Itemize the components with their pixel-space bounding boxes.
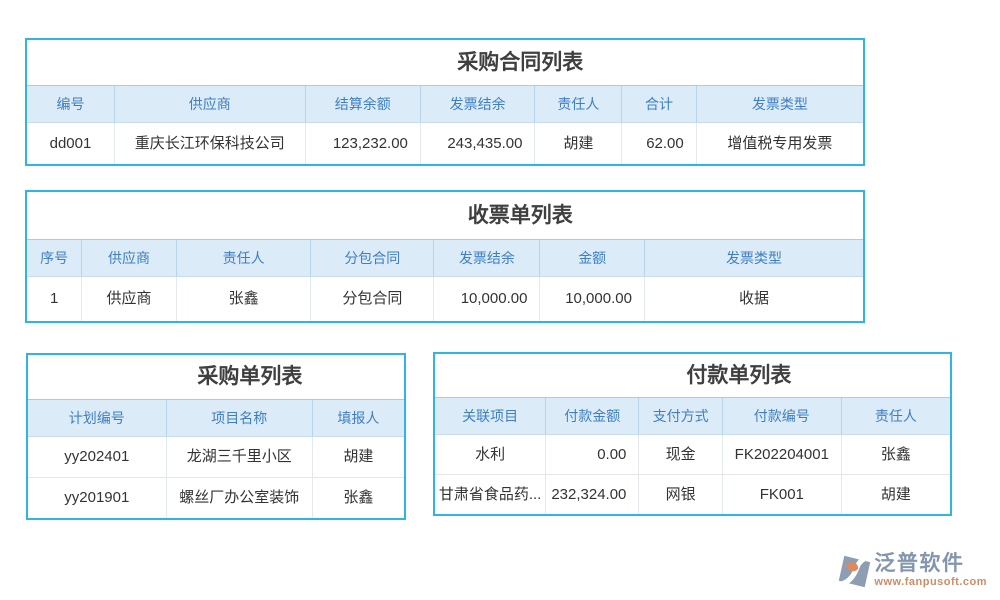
table-cell: FK202204001	[722, 435, 841, 474]
table-cell: 胡建	[841, 475, 950, 514]
table-row[interactable]: yy201901螺丝厂办公室装饰张鑫	[28, 477, 404, 518]
column-header: 编号	[27, 86, 114, 122]
receipt-list-table: 收票单列表序号供应商责任人分包合同发票结余金额发票类型1供应商张鑫分包合同10,…	[25, 190, 865, 323]
table-cell: yy202401	[28, 437, 166, 477]
table-cell: dd001	[27, 123, 114, 164]
column-header: 序号	[27, 240, 81, 276]
table-title: 收票单列表	[27, 192, 863, 240]
table-row[interactable]: 甘肃省食品药...232,324.00网银FK001胡建	[435, 474, 950, 514]
table-cell: 胡建	[312, 437, 404, 477]
column-header: 供应商	[81, 240, 175, 276]
table-row[interactable]: yy202401龙湖三千里小区胡建	[28, 437, 404, 477]
table-cell: 62.00	[621, 123, 695, 164]
column-header: 填报人	[312, 400, 404, 436]
logo-website-url: www.fanpusoft.com	[874, 576, 987, 588]
table-cell: 甘肃省食品药...	[435, 475, 545, 514]
column-header: 发票结余	[420, 86, 535, 122]
table-cell: 分包合同	[310, 277, 433, 321]
table-cell: 10,000.00	[433, 277, 539, 321]
table-cell: 收据	[644, 277, 863, 321]
column-header: 项目名称	[166, 400, 312, 436]
fanpu-logo: 泛普软件 www.fanpusoft.com	[836, 552, 987, 590]
table-cell: 重庆长江环保科技公司	[114, 123, 305, 164]
table-cell: 张鑫	[312, 478, 404, 518]
table-cell: 张鑫	[841, 435, 950, 474]
column-header: 发票类型	[696, 86, 863, 122]
table-header-row: 计划编号项目名称填报人	[28, 400, 404, 437]
column-header: 付款金额	[545, 398, 638, 434]
table-row[interactable]: dd001重庆长江环保科技公司123,232.00243,435.00胡建62.…	[27, 123, 863, 164]
column-header: 发票结余	[433, 240, 539, 276]
logo-text-block: 泛普软件 www.fanpusoft.com	[874, 552, 987, 588]
purchase-contract-list-table: 采购合同列表编号供应商结算余额发票结余责任人合计发票类型dd001重庆长江环保科…	[25, 38, 865, 166]
table-cell: FK001	[722, 475, 841, 514]
table-cell: 龙湖三千里小区	[166, 437, 312, 477]
table-cell: 水利	[435, 435, 545, 474]
table-cell: 0.00	[545, 435, 638, 474]
table-title: 采购单列表	[28, 355, 404, 400]
column-header: 责任人	[176, 240, 311, 276]
column-header: 分包合同	[310, 240, 433, 276]
column-header: 付款编号	[722, 398, 841, 434]
column-header: 发票类型	[644, 240, 863, 276]
column-header: 关联项目	[435, 398, 545, 434]
table-cell: 现金	[638, 435, 721, 474]
purchase-order-list-table: 采购单列表计划编号项目名称填报人yy202401龙湖三千里小区胡建yy20190…	[26, 353, 406, 520]
table-cell: 232,324.00	[545, 475, 638, 514]
table-title: 付款单列表	[435, 354, 950, 398]
column-header: 支付方式	[638, 398, 721, 434]
column-header: 责任人	[841, 398, 950, 434]
table-cell: 243,435.00	[420, 123, 535, 164]
table-row[interactable]: 1供应商张鑫分包合同10,000.0010,000.00收据	[27, 277, 863, 321]
fanpu-logo-icon	[836, 553, 873, 590]
table-row[interactable]: 水利0.00现金FK202204001张鑫	[435, 435, 950, 474]
table-cell: 增值税专用发票	[696, 123, 863, 164]
table-cell: 10,000.00	[539, 277, 644, 321]
table-cell: 张鑫	[176, 277, 311, 321]
column-header: 责任人	[534, 86, 621, 122]
logo-brand-name: 泛普软件	[874, 552, 987, 576]
table-cell: 1	[27, 277, 81, 321]
page: 采购合同列表编号供应商结算余额发票结余责任人合计发票类型dd001重庆长江环保科…	[0, 0, 1000, 600]
table-title: 采购合同列表	[27, 40, 863, 86]
column-header: 计划编号	[28, 400, 166, 436]
column-header: 供应商	[114, 86, 305, 122]
table-header-row: 序号供应商责任人分包合同发票结余金额发票类型	[27, 240, 863, 277]
column-header: 金额	[539, 240, 644, 276]
table-cell: 胡建	[534, 123, 621, 164]
table-cell: 供应商	[81, 277, 175, 321]
table-cell: 123,232.00	[305, 123, 420, 164]
table-header-row: 编号供应商结算余额发票结余责任人合计发票类型	[27, 86, 863, 123]
table-cell: yy201901	[28, 478, 166, 518]
table-cell: 螺丝厂办公室装饰	[166, 478, 312, 518]
column-header: 合计	[621, 86, 695, 122]
table-header-row: 关联项目付款金额支付方式付款编号责任人	[435, 398, 950, 435]
table-cell: 网银	[638, 475, 721, 514]
payment-list-table: 付款单列表关联项目付款金额支付方式付款编号责任人水利0.00现金FK202204…	[433, 352, 952, 516]
column-header: 结算余额	[305, 86, 420, 122]
